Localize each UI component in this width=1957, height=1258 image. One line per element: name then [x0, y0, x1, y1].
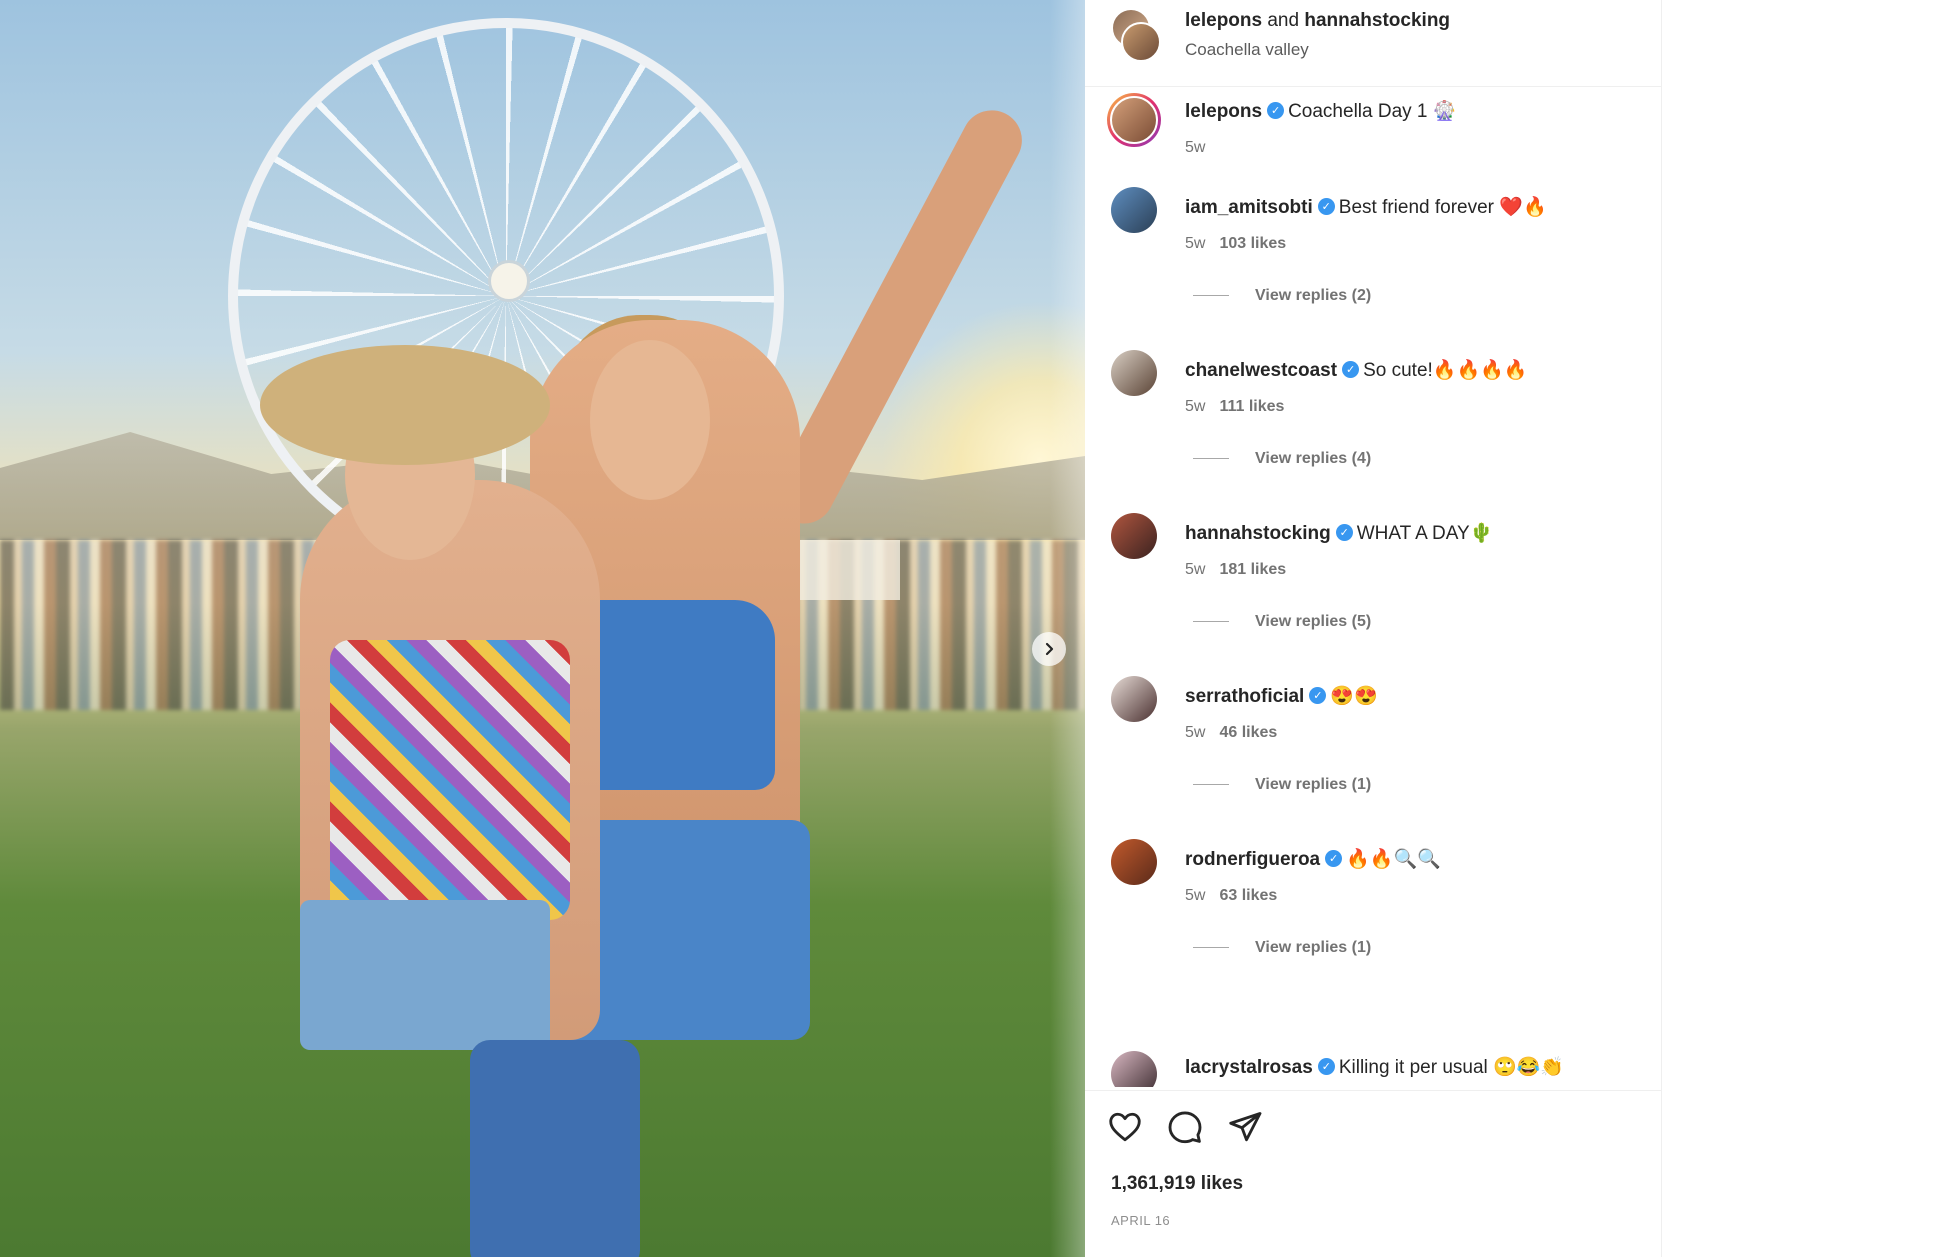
- comments-list[interactable]: lelepons ✓ Coachella Day 1 🎡 5w iam_amitso…: [1085, 87, 1661, 1087]
- comment-text: So cute!🔥🔥🔥🔥: [1363, 360, 1528, 381]
- comment-time: 5w: [1185, 398, 1206, 415]
- comment-meta: 5w 181 likes: [1185, 561, 1286, 579]
- post-date: APRIL 16: [1111, 1213, 1171, 1228]
- ferris-wheel-hub: [488, 260, 530, 302]
- view-replies-button[interactable]: View replies (1): [1193, 939, 1371, 957]
- caption-text: Coachella Day 1 🎡: [1288, 101, 1457, 122]
- avatar[interactable]: [1121, 22, 1161, 62]
- author-username[interactable]: lelepons: [1185, 10, 1262, 31]
- next-photo-button[interactable]: [1032, 632, 1066, 666]
- avatar[interactable]: [1111, 513, 1157, 559]
- view-replies-label: View replies (1): [1255, 776, 1372, 793]
- author-conjunction: and: [1267, 10, 1300, 31]
- comment-time: 5w: [1185, 139, 1206, 156]
- verified-badge-icon: ✓: [1317, 197, 1335, 215]
- verified-badge-icon: ✓: [1309, 686, 1327, 704]
- comment-meta: 5w 46 likes: [1185, 724, 1277, 742]
- comment-likes[interactable]: 103 likes: [1219, 235, 1286, 252]
- comment-text: 😍😍: [1330, 686, 1378, 707]
- post-actions: 1,361,919 likes APRIL 16: [1085, 1090, 1661, 1258]
- comment-time: 5w: [1185, 887, 1206, 904]
- avatar[interactable]: [1111, 676, 1157, 722]
- view-replies-button[interactable]: View replies (2): [1193, 287, 1371, 305]
- avatar[interactable]: [1111, 1051, 1157, 1087]
- verified-badge-icon: ✓: [1335, 523, 1353, 541]
- replies-divider: [1193, 947, 1229, 949]
- avatar[interactable]: [1111, 187, 1157, 233]
- comment-text-line: lacrystalrosas ✓ Killing it per usual 🙄😂👏: [1185, 1055, 1564, 1079]
- chevron-right-icon: [1045, 642, 1054, 656]
- view-replies-label: View replies (5): [1255, 613, 1372, 630]
- verified-badge-icon: ✓: [1325, 849, 1343, 867]
- person-1-shorts: [300, 900, 550, 1050]
- comment-text: 🔥🔥🔍🔍: [1346, 849, 1441, 870]
- view-replies-label: View replies (2): [1255, 287, 1372, 304]
- post-panel: lelepons and hannahstocking Coachella va…: [1085, 0, 1662, 1257]
- comment-text-line: serrathoficial ✓ 😍😍: [1185, 684, 1378, 708]
- comment-username[interactable]: rodnerfigueroa: [1185, 849, 1320, 870]
- comment-likes[interactable]: 181 likes: [1219, 561, 1286, 578]
- comment-likes[interactable]: 63 likes: [1219, 887, 1277, 904]
- comment-username[interactable]: iam_amitsobti: [1185, 197, 1313, 218]
- comment-username[interactable]: serrathoficial: [1185, 686, 1304, 707]
- comment-text-line: iam_amitsobti ✓ Best friend forever ❤️🔥: [1185, 195, 1547, 219]
- person-1-hat: [260, 345, 550, 465]
- comment-username[interactable]: chanelwestcoast: [1185, 360, 1337, 381]
- view-replies-button[interactable]: View replies (4): [1193, 450, 1371, 468]
- post-likes-count[interactable]: 1,361,919 likes: [1111, 1173, 1243, 1195]
- author-username[interactable]: hannahstocking: [1304, 10, 1450, 31]
- comment-text: Killing it per usual 🙄😂👏: [1338, 1057, 1564, 1078]
- comment-icon[interactable]: [1167, 1109, 1203, 1145]
- caption-text-line: lelepons ✓ Coachella Day 1 🎡: [1185, 99, 1456, 123]
- comment-time: 5w: [1185, 235, 1206, 252]
- comment-meta: 5w: [1185, 139, 1205, 157]
- share-icon[interactable]: [1227, 1109, 1263, 1145]
- comment-meta: 5w 63 likes: [1185, 887, 1277, 905]
- comment-time: 5w: [1185, 724, 1206, 741]
- post-location[interactable]: Coachella valley: [1185, 40, 1309, 60]
- view-replies-label: View replies (1): [1255, 939, 1372, 956]
- heart-icon[interactable]: [1107, 1109, 1143, 1145]
- comment-username[interactable]: lelepons: [1185, 101, 1262, 122]
- comment-meta: 5w 103 likes: [1185, 235, 1286, 253]
- tent: [800, 540, 900, 600]
- person-2-face: [590, 340, 710, 500]
- comment-time: 5w: [1185, 561, 1206, 578]
- photo-edge: [1050, 0, 1085, 1257]
- post-authors: lelepons and hannahstocking: [1185, 10, 1450, 32]
- comment-likes[interactable]: 46 likes: [1219, 724, 1277, 741]
- comment-meta: 5w 111 likes: [1185, 398, 1284, 416]
- view-replies-button[interactable]: View replies (1): [1193, 776, 1371, 794]
- replies-divider: [1193, 784, 1229, 786]
- verified-badge-icon: ✓: [1317, 1057, 1335, 1075]
- view-replies-label: View replies (4): [1255, 450, 1372, 467]
- replies-divider: [1193, 295, 1229, 297]
- comment-username[interactable]: lacrystalrosas: [1185, 1057, 1313, 1078]
- comment-likes[interactable]: 111 likes: [1219, 398, 1284, 415]
- replies-divider: [1193, 458, 1229, 460]
- view-replies-button[interactable]: View replies (5): [1193, 613, 1371, 631]
- verified-badge-icon: ✓: [1342, 360, 1360, 378]
- comment-text-line: hannahstocking ✓ WHAT A DAY🌵: [1185, 521, 1493, 545]
- denim-boot: [470, 1040, 640, 1257]
- comment-text-line: rodnerfigueroa ✓ 🔥🔥🔍🔍: [1185, 847, 1441, 871]
- post-photo: [0, 0, 1085, 1257]
- avatar[interactable]: [1111, 350, 1157, 396]
- person-1-sequin-top: [330, 640, 570, 920]
- verified-badge-icon: ✓: [1267, 101, 1285, 119]
- comment-text-line: chanelwestcoast ✓ So cute!🔥🔥🔥🔥: [1185, 358, 1527, 382]
- comment-username[interactable]: hannahstocking: [1185, 523, 1331, 544]
- avatar[interactable]: [1107, 93, 1161, 147]
- avatar[interactable]: [1111, 839, 1157, 885]
- comment-text: WHAT A DAY🌵: [1356, 523, 1494, 544]
- comment-text: Best friend forever ❤️🔥: [1338, 197, 1547, 218]
- replies-divider: [1193, 621, 1229, 623]
- post-header: lelepons and hannahstocking Coachella va…: [1085, 0, 1661, 87]
